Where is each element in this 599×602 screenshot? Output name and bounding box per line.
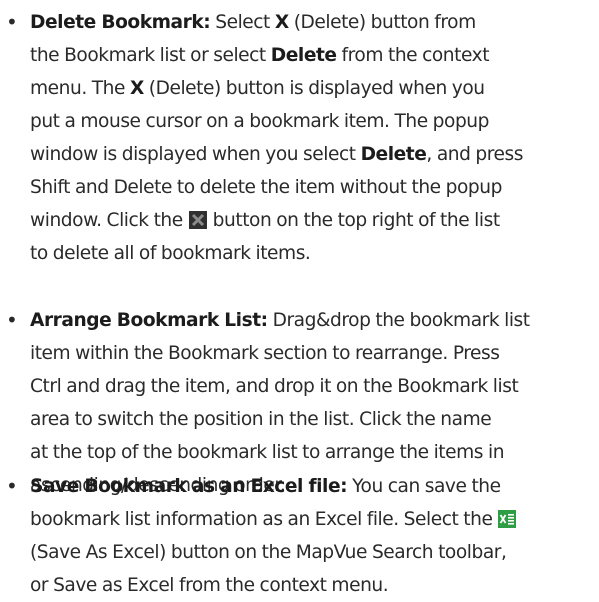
text-line: Delete Bookmark: Select X (Delete) butto… [30, 6, 596, 39]
help-document: • Delete Bookmark: Select X (Delete) but… [0, 0, 599, 596]
text-line: or Save as Excel from the context menu. [30, 569, 596, 602]
text-run: Shift and Delete to delete the item with… [30, 177, 502, 198]
text-run: window. Click the [30, 210, 188, 231]
bold-term: Delete [360, 144, 427, 165]
text-run: (Save As Excel) button on the MapVue Sea… [30, 542, 507, 563]
text-run: area to switch the position in the list.… [30, 409, 492, 430]
text-run: from the context [336, 45, 490, 66]
text-line: put a mouse cursor on a bookmark item. T… [30, 105, 596, 138]
text-run: to delete all of bookmark items. [30, 243, 311, 264]
text-line: Save Bookmark as an Excel file: You can … [30, 470, 596, 503]
bold-term: X [274, 12, 289, 33]
text-line: menu. The X (Delete) button is displayed… [30, 72, 596, 105]
item-text: Delete Bookmark: Select X (Delete) butto… [30, 6, 596, 270]
text-run: bookmark list information as an Excel fi… [30, 509, 498, 530]
text-run: at the top of the bookmark list to arran… [30, 442, 505, 463]
text-line: (Save As Excel) button on the MapVue Sea… [30, 536, 596, 569]
bullet-dot: • [6, 474, 18, 498]
bold-term: Arrange Bookmark List: [30, 310, 268, 331]
text-run: (Delete) button is displayed when you [143, 78, 485, 99]
text-run: Drag&drop the bookmark list [267, 310, 530, 331]
item-text: Save Bookmark as an Excel file: You can … [30, 470, 596, 602]
text-run: or Save as Excel from the context menu. [30, 575, 389, 596]
bullet-dot: • [6, 308, 18, 332]
text-line: Shift and Delete to delete the item with… [30, 171, 596, 204]
delete-all-icon [188, 211, 207, 229]
text-line: area to switch the position in the list.… [30, 403, 596, 436]
text-line: at the top of the bookmark list to arran… [30, 436, 596, 469]
text-run: menu. The [30, 78, 130, 99]
text-run: (Delete) button from [288, 12, 476, 33]
bold-term: X [129, 78, 144, 99]
text-line: to delete all of bookmark items. [30, 237, 596, 270]
text-line: Arrange Bookmark List: Drag&drop the boo… [30, 304, 596, 337]
bullet-dot: • [6, 10, 18, 34]
text-run: button on the top right of the list [207, 210, 500, 231]
text-line: window is displayed when you select Dele… [30, 138, 596, 171]
text-line: window. Click the button on the top righ… [30, 204, 596, 237]
text-run: You can save the [347, 476, 501, 497]
bold-term: Delete [270, 45, 337, 66]
text-run: Ctrl and drag the item, and drop it on t… [30, 376, 519, 397]
bold-term: Save Bookmark as an Excel file: [30, 476, 348, 497]
text-line: the Bookmark list or select Delete from … [30, 39, 596, 72]
text-run: , and press [426, 144, 524, 165]
excel-icon [498, 510, 517, 528]
text-run: item within the Bookmark section to rear… [30, 343, 500, 364]
text-run: Select [210, 12, 275, 33]
bold-term: Delete Bookmark: [30, 12, 211, 33]
text-run: window is displayed when you select [30, 144, 361, 165]
text-line: bookmark list information as an Excel fi… [30, 503, 596, 536]
text-line: Ctrl and drag the item, and drop it on t… [30, 370, 596, 403]
text-run: put a mouse cursor on a bookmark item. T… [30, 111, 489, 132]
text-line: item within the Bookmark section to rear… [30, 337, 596, 370]
text-run: the Bookmark list or select [30, 45, 271, 66]
